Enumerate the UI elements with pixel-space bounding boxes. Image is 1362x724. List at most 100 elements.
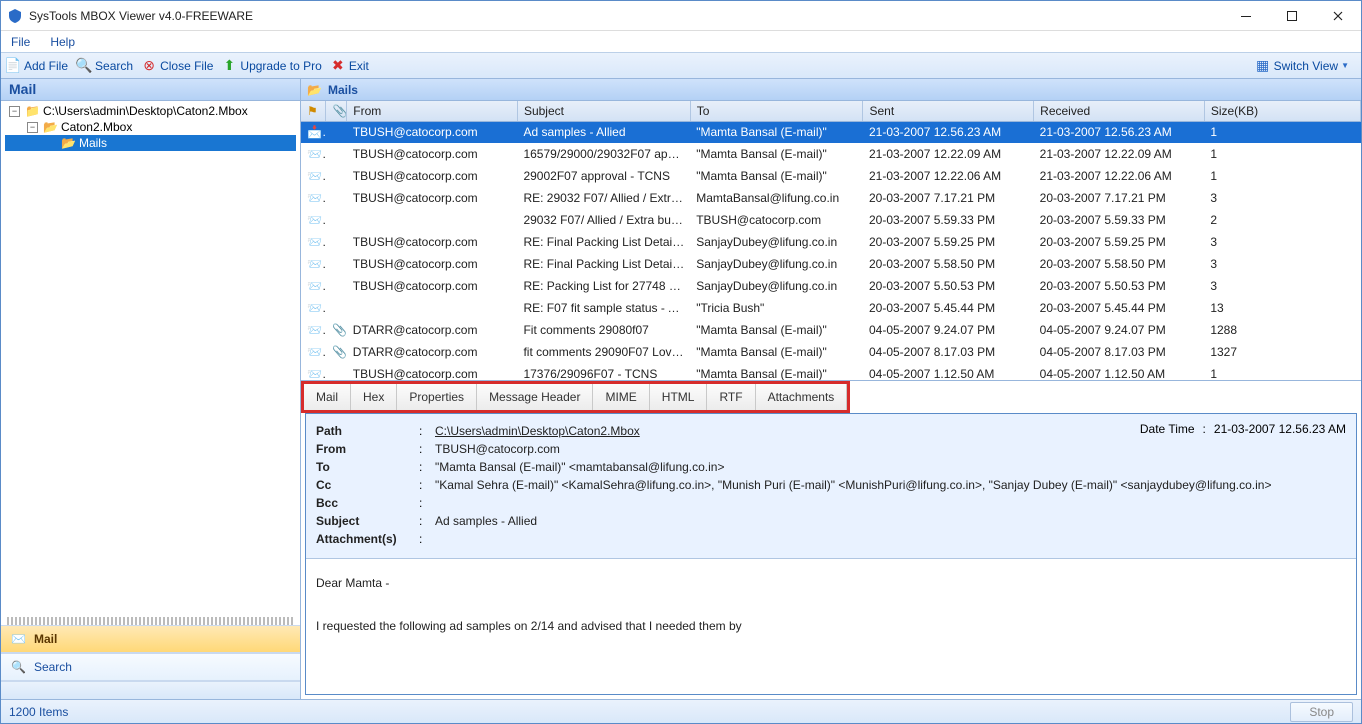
col-to[interactable]: To: [690, 101, 863, 121]
collapse-icon[interactable]: −: [9, 106, 20, 117]
row-sent: 04-05-2007 8.17.03 PM: [863, 341, 1034, 363]
preview-headers: Path : C:\Users\admin\Desktop\Caton2.Mbo…: [306, 414, 1356, 559]
app-logo-icon: [7, 8, 23, 24]
grid-header[interactable]: ⚑ 📎 From Subject To Sent Received Size(K…: [301, 101, 1361, 121]
tree-leaf-mails[interactable]: 📂 Mails: [5, 135, 296, 151]
mail-preview: Path : C:\Users\admin\Desktop\Caton2.Mbo…: [305, 413, 1357, 695]
row-to: TBUSH@catocorp.com: [690, 209, 863, 231]
datetime-label: Date Time: [1140, 422, 1195, 436]
row-size: 3: [1204, 231, 1360, 253]
col-attach-icon[interactable]: 📎: [326, 101, 347, 121]
row-subject: RE: Final Packing List Detail f...: [517, 231, 690, 253]
table-row[interactable]: 📨TBUSH@catocorp.comRE: Packing List for …: [301, 275, 1361, 297]
upgrade-button[interactable]: ⬆ Upgrade to Pro: [221, 58, 321, 74]
attachments-label: Attachment(s): [316, 532, 411, 546]
minimize-button[interactable]: [1223, 1, 1269, 31]
table-row[interactable]: 📨29032 F07/ Allied / Extra butt...TBUSH@…: [301, 209, 1361, 231]
row-attach-icon: 📎: [326, 341, 347, 363]
table-row[interactable]: 📨TBUSH@catocorp.com17376/29096F07 - TCNS…: [301, 363, 1361, 380]
table-row[interactable]: 📨TBUSH@catocorp.comRE: 29032 F07/ Allied…: [301, 187, 1361, 209]
row-flag-icon: 📨: [301, 275, 326, 297]
row-subject: RE: 29032 F07/ Allied / Extra ...: [517, 187, 690, 209]
row-from: [347, 297, 518, 319]
row-size: 2: [1204, 209, 1360, 231]
row-received: 04-05-2007 9.24.07 PM: [1034, 319, 1205, 341]
tab-properties[interactable]: Properties: [397, 384, 477, 410]
table-row[interactable]: 📩TBUSH@catocorp.comAd samples - Allied"M…: [301, 121, 1361, 143]
tab-rtf[interactable]: RTF: [707, 384, 755, 410]
row-received: 20-03-2007 5.45.44 PM: [1034, 297, 1205, 319]
tree-child[interactable]: − 📂 Caton2.Mbox: [5, 119, 296, 135]
row-flag-icon: 📨: [301, 165, 326, 187]
row-sent: 20-03-2007 5.59.33 PM: [863, 209, 1034, 231]
row-size: 3: [1204, 253, 1360, 275]
table-row[interactable]: 📨TBUSH@catocorp.com29002F07 approval - T…: [301, 165, 1361, 187]
row-to: "Tricia Bush": [690, 297, 863, 319]
row-sent: 21-03-2007 12.56.23 AM: [863, 121, 1034, 143]
row-received: 04-05-2007 8.17.03 PM: [1034, 341, 1205, 363]
splitter-dots[interactable]: [7, 617, 294, 625]
upgrade-label: Upgrade to Pro: [240, 59, 321, 73]
tree-root[interactable]: − 📁 C:\Users\admin\Desktop\Caton2.Mbox: [5, 103, 296, 119]
subject-label: Subject: [316, 514, 411, 528]
attachments-value: [435, 532, 1346, 546]
row-subject: 17376/29096F07 - TCNS: [517, 363, 690, 380]
mail-grid[interactable]: ⚑ 📎 From Subject To Sent Received Size(K…: [301, 101, 1361, 380]
row-size: 1: [1204, 165, 1360, 187]
row-from: TBUSH@catocorp.com: [347, 363, 518, 380]
row-received: 20-03-2007 7.17.21 PM: [1034, 187, 1205, 209]
to-label: To: [316, 460, 411, 474]
col-size[interactable]: Size(KB): [1204, 101, 1360, 121]
row-flag-icon: 📨: [301, 319, 326, 341]
tab-mime[interactable]: MIME: [593, 384, 649, 410]
col-received[interactable]: Received: [1034, 101, 1205, 121]
right-panel-title-bar: 📂 Mails: [301, 79, 1361, 101]
row-to: "Mamta Bansal (E-mail)": [690, 165, 863, 187]
menu-file[interactable]: File: [1, 33, 40, 51]
table-row[interactable]: 📨TBUSH@catocorp.comRE: Final Packing Lis…: [301, 253, 1361, 275]
tab-message-header[interactable]: Message Header: [477, 384, 593, 410]
collapse-icon[interactable]: −: [27, 122, 38, 133]
search-button[interactable]: 🔍 Search: [76, 58, 133, 74]
search-icon: 🔍: [11, 660, 26, 674]
close-button[interactable]: [1315, 1, 1361, 31]
tab-mail[interactable]: Mail: [304, 384, 351, 410]
row-flag-icon: 📨: [301, 341, 326, 363]
tab-attachments[interactable]: Attachments: [756, 384, 848, 410]
tab-hex[interactable]: Hex: [351, 384, 397, 410]
col-subject[interactable]: Subject: [517, 101, 690, 121]
datetime-value: 21-03-2007 12.56.23 AM: [1214, 422, 1346, 436]
preview-body[interactable]: Dear Mamta - I requested the following a…: [306, 559, 1356, 694]
table-row[interactable]: 📨TBUSH@catocorp.comRE: Final Packing Lis…: [301, 231, 1361, 253]
row-size: 1: [1204, 143, 1360, 165]
maximize-button[interactable]: [1269, 1, 1315, 31]
table-row[interactable]: 📨📎DTARR@catocorp.comFit comments 29080f0…: [301, 319, 1361, 341]
table-row[interactable]: 📨📎DTARR@catocorp.comfit comments 29090F0…: [301, 341, 1361, 363]
exit-button[interactable]: ✖ Exit: [330, 58, 369, 74]
col-from[interactable]: From: [347, 101, 518, 121]
status-items: 1200 Items: [9, 705, 68, 719]
row-flag-icon: 📨: [301, 253, 326, 275]
row-subject: 29002F07 approval - TCNS: [517, 165, 690, 187]
table-row[interactable]: 📨TBUSH@catocorp.com16579/29000/29032F07 …: [301, 143, 1361, 165]
close-file-button[interactable]: ⊗ Close File: [141, 58, 213, 74]
tab-html[interactable]: HTML: [650, 384, 708, 410]
path-label: Path: [316, 424, 411, 438]
row-to: "Mamta Bansal (E-mail)": [690, 143, 863, 165]
table-row[interactable]: 📨RE: F07 fit sample status - All..."Tric…: [301, 297, 1361, 319]
row-flag-icon: 📨: [301, 297, 326, 319]
col-sent[interactable]: Sent: [863, 101, 1034, 121]
nav-search[interactable]: 🔍 Search: [1, 653, 300, 681]
nav-mail[interactable]: ✉️ Mail: [1, 625, 300, 653]
col-flag-icon[interactable]: ⚑: [301, 101, 326, 121]
path-value[interactable]: C:\Users\admin\Desktop\Caton2.Mbox: [435, 424, 1140, 438]
add-file-button[interactable]: 📄 Add File: [5, 58, 68, 74]
stop-button[interactable]: Stop: [1290, 702, 1353, 722]
folder-tree[interactable]: − 📁 C:\Users\admin\Desktop\Caton2.Mbox −…: [1, 101, 300, 617]
switch-view-button[interactable]: ▦ Switch View ▼: [1255, 58, 1349, 74]
add-file-label: Add File: [24, 59, 68, 73]
bcc-label: Bcc: [316, 496, 411, 510]
row-sent: 20-03-2007 5.50.53 PM: [863, 275, 1034, 297]
row-sent: 20-03-2007 5.45.44 PM: [863, 297, 1034, 319]
menu-help[interactable]: Help: [40, 33, 85, 51]
